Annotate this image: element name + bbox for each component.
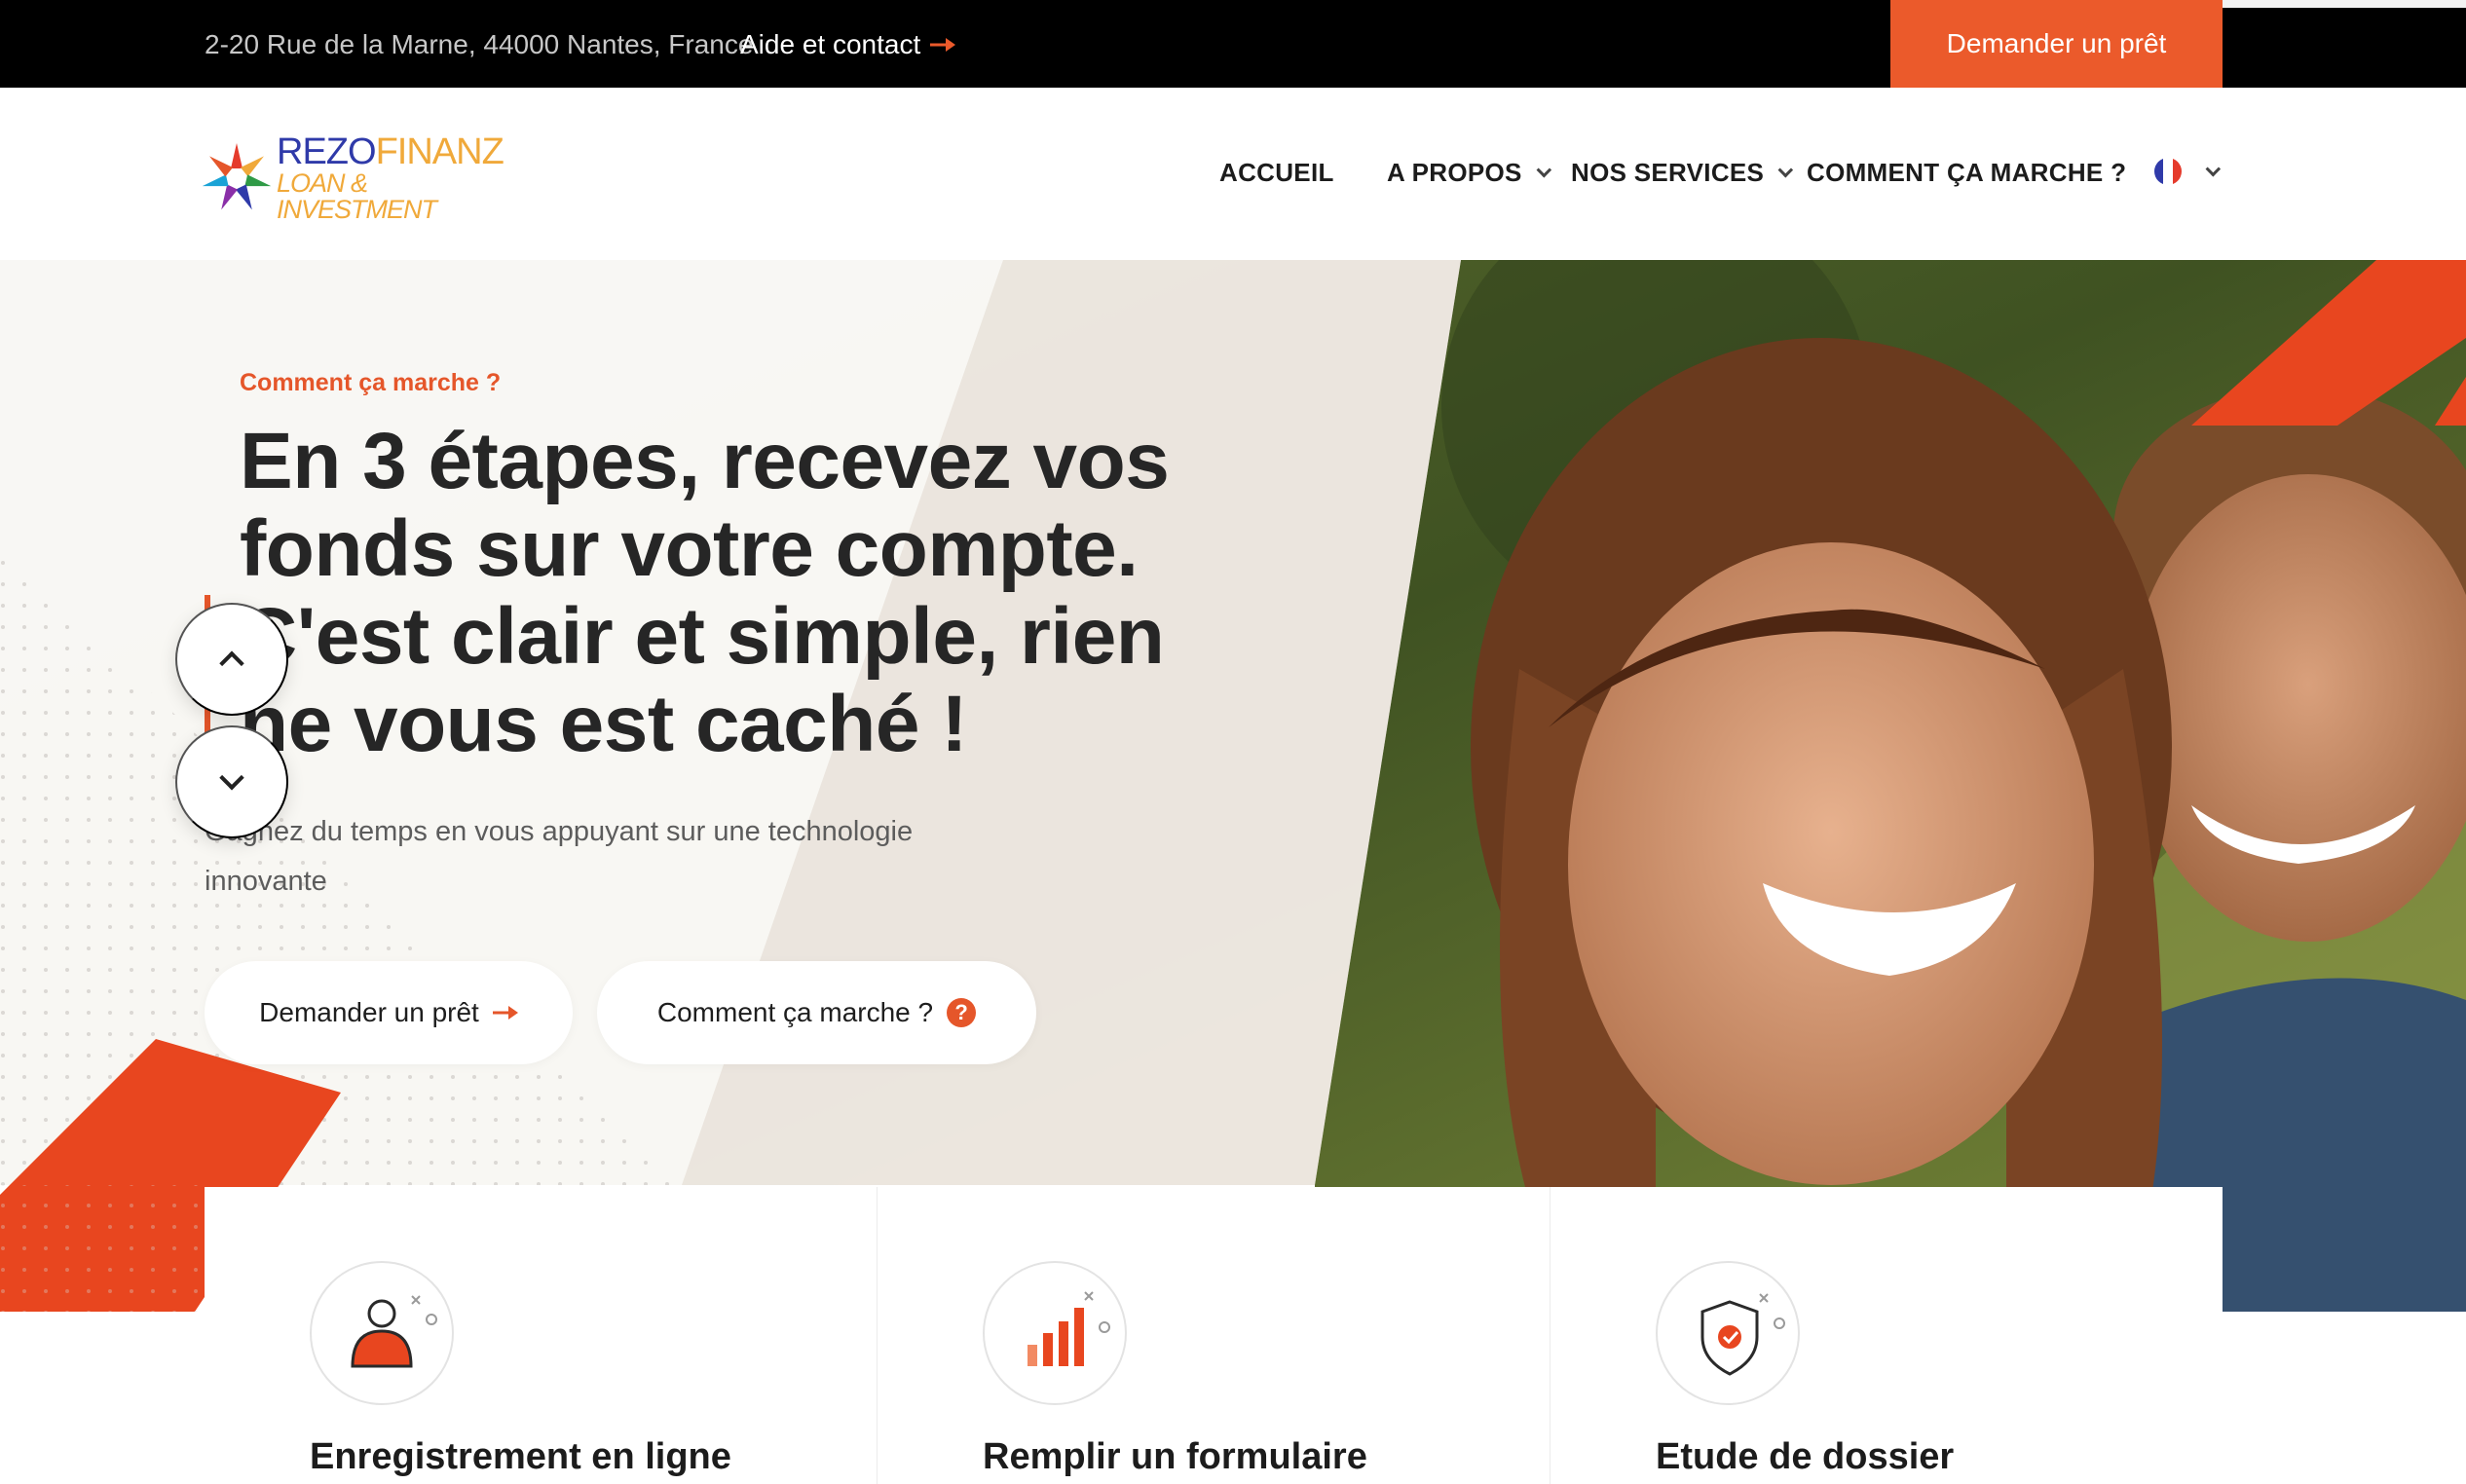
bar-chart-icon xyxy=(983,1261,1127,1405)
nav-item-label: NOS SERVICES xyxy=(1571,158,1765,187)
chevron-down-icon xyxy=(219,765,244,791)
help-contact-label: Aide et contact xyxy=(740,29,921,59)
nav-item-about[interactable]: A PROPOS xyxy=(1387,158,1551,188)
user-icon xyxy=(310,1261,454,1405)
request-loan-label: Demander un prêt xyxy=(259,997,479,1027)
chevron-up-icon xyxy=(219,650,244,676)
language-selector[interactable] xyxy=(2154,158,2222,185)
request-loan-button[interactable]: Demander un prêt xyxy=(205,961,573,1064)
nav-item-label: A PROPOS xyxy=(1387,158,1522,187)
slider-prev-button[interactable] xyxy=(175,603,288,716)
nav-item-how-it-works[interactable]: COMMENT ÇA MARCHE ? xyxy=(1807,158,2126,188)
request-loan-top-button[interactable]: Demander un prêt xyxy=(1890,0,2223,88)
slider-next-button[interactable] xyxy=(175,725,288,838)
main-header: REZOFINANZ LOAN & INVESTMENT ACCUEIL A P… xyxy=(0,88,2466,260)
nav-item-label: ACCUEIL xyxy=(1219,158,1334,187)
hero-kicker: Comment ça marche ? xyxy=(240,369,502,396)
step-card-form[interactable]: Remplir un formulaire xyxy=(878,1187,1551,1484)
top-bar: 2-20 Rue de la Marne, 44000 Nantes, Fran… xyxy=(0,0,2466,88)
nav-item-label: COMMENT ÇA MARCHE ? xyxy=(1807,158,2127,187)
shield-check-icon xyxy=(1656,1261,1800,1405)
hero-title: En 3 étapes, recevez vos fonds sur votre… xyxy=(240,417,1170,768)
question-icon: ? xyxy=(947,998,977,1027)
how-it-works-label: Comment ça marche ? xyxy=(656,997,934,1027)
nav-item-services[interactable]: NOS SERVICES xyxy=(1571,158,1794,188)
step-title: Enregistrement en ligne xyxy=(310,1436,731,1477)
help-contact-link[interactable]: Aide et contact xyxy=(740,29,956,60)
step-title: Etude de dossier xyxy=(1656,1436,1955,1477)
address-text: 2-20 Rue de la Marne, 44000 Nantes, Fran… xyxy=(205,29,754,59)
steps-row: Enregistrement en ligne Remplir un formu… xyxy=(205,1187,2223,1484)
france-flag-icon xyxy=(2154,158,2182,185)
step-title: Remplir un formulaire xyxy=(983,1436,1367,1477)
arrow-right-icon xyxy=(930,38,956,52)
step-card-registration[interactable]: Enregistrement en ligne xyxy=(205,1187,878,1484)
chevron-down-icon xyxy=(2205,161,2222,176)
hero-section: Comment ça marche ? En 3 étapes, recevez… xyxy=(0,260,2466,1312)
hero-subtitle: Gagnez du temps en vous appuyant sur une… xyxy=(205,816,914,897)
how-it-works-button[interactable]: Comment ça marche ? ? xyxy=(597,961,1036,1064)
nav-item-home[interactable]: ACCUEIL xyxy=(1219,158,1334,188)
main-navigation: ACCUEIL A PROPOS NOS SERVICES COMMENT ÇA… xyxy=(0,158,2466,197)
arrow-right-icon xyxy=(492,1006,518,1020)
chevron-down-icon xyxy=(1777,162,1794,178)
step-card-review[interactable]: Etude de dossier xyxy=(1551,1187,2223,1484)
chevron-down-icon xyxy=(1536,162,1551,178)
